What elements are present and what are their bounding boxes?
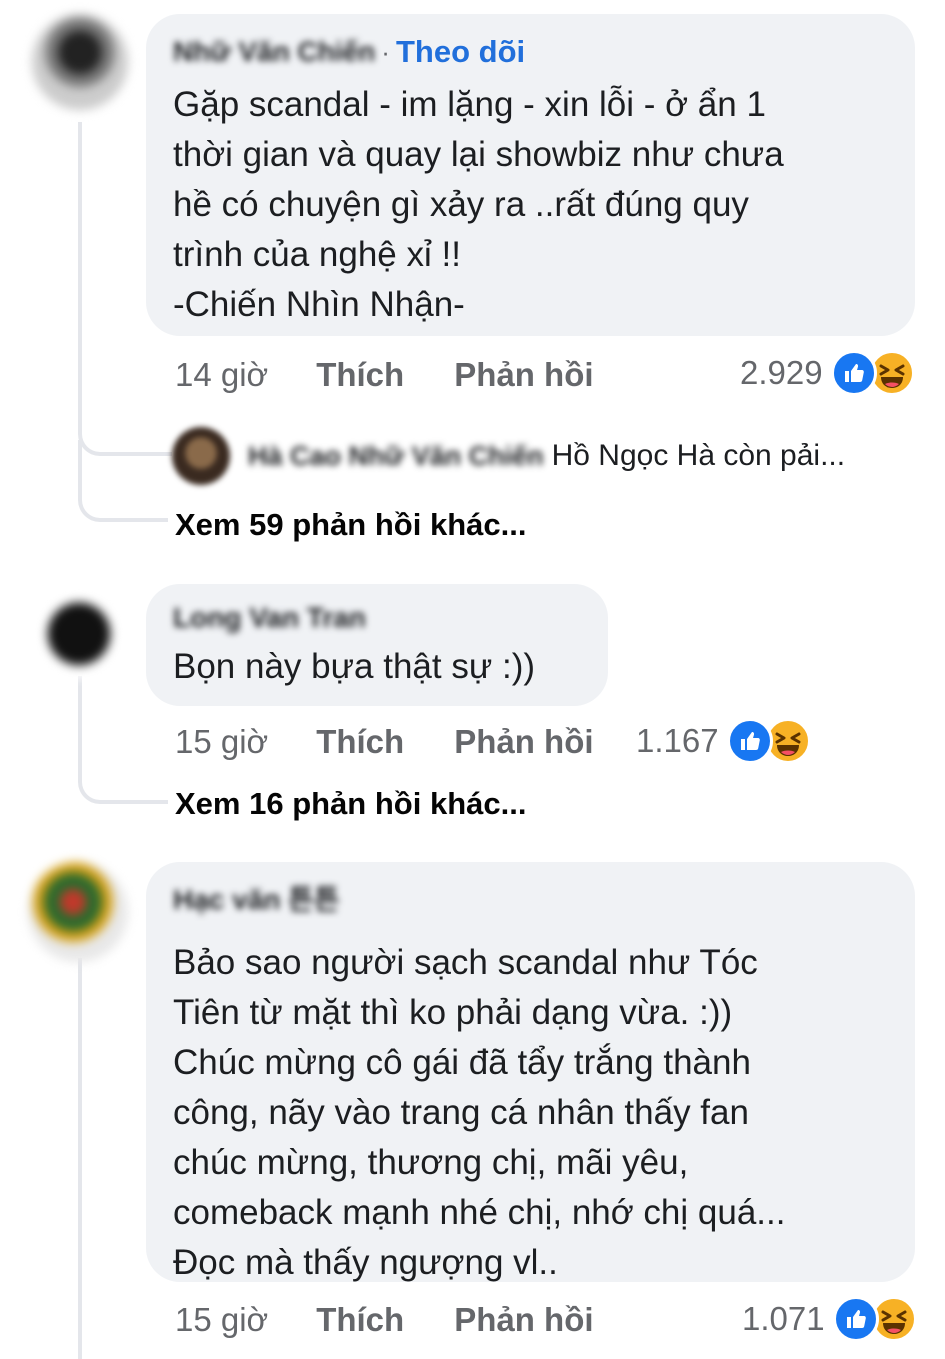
reaction-count: 1.167 <box>636 722 719 759</box>
comment-bubble: Hạc văn 튼튼 Bảo sao người sạch scandal nh… <box>146 862 915 1282</box>
reaction-summary[interactable]: 1.071 <box>742 1296 917 1342</box>
comment-timestamp[interactable]: 15 giờ <box>175 1301 268 1339</box>
comment-text: Bọn này bựa thật sự :)) <box>173 647 536 686</box>
comment-author[interactable]: Hạc văn 튼튼 <box>173 878 340 918</box>
thread-line-3 <box>78 958 82 1359</box>
reply-button[interactable]: Phản hồi <box>454 356 593 394</box>
comment-author[interactable]: Nhữ Văn Chiến <box>173 36 375 68</box>
comment-author[interactable]: Long Van Tran <box>173 602 366 634</box>
comment-timestamp[interactable]: 14 giờ <box>175 356 268 394</box>
reply-avatar[interactable] <box>172 427 230 485</box>
comment-bubble: Long Van Tran Bọn này bựa thật sự :)) <box>146 584 608 706</box>
avatar[interactable] <box>32 14 128 110</box>
reaction-summary[interactable]: 1.167 <box>636 718 811 764</box>
thread-line-1 <box>78 122 82 422</box>
reply-preview[interactable]: Hà Cao Nhữ Văn Chiến Hồ Ngọc Hà còn pải.… <box>172 426 912 486</box>
reply-button[interactable]: Phản hồi <box>454 1301 593 1339</box>
like-reaction-icon <box>726 718 773 764</box>
like-button[interactable]: Thích <box>316 1301 404 1339</box>
reaction-count: 2.929 <box>740 354 823 391</box>
reply-button[interactable]: Phản hồi <box>454 723 593 761</box>
reply-author[interactable]: Hà Cao Nhữ Văn Chiến <box>248 441 544 472</box>
separator-dot: · <box>381 36 390 67</box>
reaction-count: 1.071 <box>742 1300 825 1337</box>
like-reaction-icon <box>830 350 877 396</box>
view-more-replies[interactable]: Xem 16 phản hồi khác... <box>175 786 526 822</box>
comment-bubble: Nhữ Văn Chiến · Theo dõi Gặp scandal - i… <box>146 14 915 336</box>
thread-hook-1b <box>78 440 168 522</box>
follow-link[interactable]: Theo dõi <box>396 34 525 70</box>
comment-actions: 14 giờ Thích Phản hồi <box>175 355 594 395</box>
view-more-replies[interactable]: Xem 59 phản hồi khác... <box>175 507 526 543</box>
reaction-summary[interactable]: 2.929 <box>740 350 915 396</box>
like-button[interactable]: Thích <box>316 723 404 761</box>
comment-text: Gặp scandal - im lặng - xin lỗi - ở ẩn 1… <box>173 85 784 324</box>
comment-actions: 15 giờ Thích Phản hồi <box>175 722 594 762</box>
like-reaction-icon <box>832 1296 879 1342</box>
comment-actions: 15 giờ Thích Phản hồi <box>175 1300 594 1340</box>
reply-snippet: Hồ Ngọc Hà còn pải... <box>551 439 846 472</box>
thread-hook-2 <box>78 740 168 804</box>
avatar[interactable] <box>28 862 128 962</box>
comment-timestamp[interactable]: 15 giờ <box>175 723 268 761</box>
comment-text: Bảo sao người sạch scandal như Tóc Tiên … <box>173 943 786 1282</box>
like-button[interactable]: Thích <box>316 356 404 394</box>
avatar[interactable] <box>30 580 128 678</box>
